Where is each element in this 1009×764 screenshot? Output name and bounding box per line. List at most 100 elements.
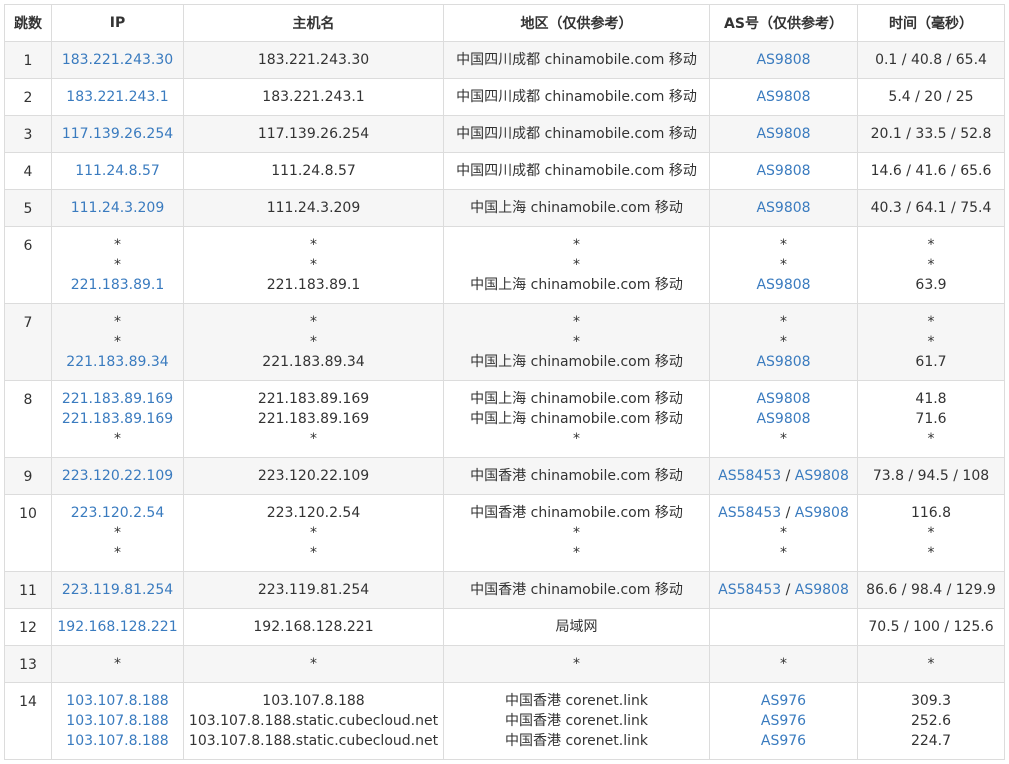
- as-link[interactable]: AS9808: [756, 391, 810, 407]
- time-text: 5.4 / 20 / 25: [888, 89, 974, 105]
- ip-link[interactable]: 103.107.8.188: [54, 731, 181, 751]
- ip-cell: 223.119.81.254: [51, 571, 184, 609]
- as-link[interactable]: AS9808: [795, 468, 849, 484]
- no-response-marker: *: [927, 237, 935, 253]
- as-line: AS9808: [712, 50, 855, 70]
- ip-link[interactable]: 223.119.81.254: [54, 580, 181, 600]
- table-row: 3 117.139.26.254 117.139.26.254 中国四川成都 chin…: [4, 115, 1005, 153]
- hostname-cell: 223.119.81.254: [183, 571, 444, 609]
- ip-link[interactable]: 221.183.89.169: [54, 409, 181, 429]
- as-link[interactable]: AS976: [761, 713, 806, 729]
- region-cell: 中国四川成都 chinamobile.com 移动: [443, 115, 710, 153]
- ip-link[interactable]: 183.221.243.30: [54, 50, 181, 70]
- as-link[interactable]: AS9808: [795, 505, 849, 521]
- ip-link[interactable]: 223.120.2.54: [54, 503, 181, 523]
- time-text: 70.5 / 100 / 125.6: [868, 619, 994, 635]
- no-response-marker: *: [573, 545, 580, 561]
- as-link[interactable]: AS9808: [795, 582, 849, 598]
- no-response-marker: *: [310, 257, 317, 273]
- hostname-text: 111.24.8.57: [271, 163, 356, 179]
- time-text: 63.9: [915, 277, 947, 293]
- table-header-row: 跳数 IP 主机名 地区（仅供参考） AS号（仅供参考） 时间（毫秒）: [4, 4, 1005, 42]
- hostname-cell: 111.24.8.57: [183, 152, 444, 190]
- no-response-marker: *: [573, 431, 580, 447]
- as-line: [712, 617, 855, 637]
- ip-cell: * * 221.183.89.1: [51, 226, 184, 304]
- as-link[interactable]: AS9808: [756, 52, 810, 68]
- region-cell: 中国四川成都 chinamobile.com 移动: [443, 41, 710, 79]
- ip-link[interactable]: 192.168.128.221: [54, 617, 181, 637]
- table-row: 5 111.24.3.209 111.24.3.209 中国上海 chinamobil…: [4, 189, 1005, 227]
- as-cell: AS9808: [709, 41, 858, 79]
- time-cell: * * 61.7: [857, 303, 1005, 381]
- time-text: 309.3: [910, 693, 952, 709]
- as-line: *: [712, 523, 855, 543]
- no-response-marker: *: [310, 656, 317, 672]
- as-link[interactable]: AS9808: [756, 354, 810, 370]
- hostname-cell: *: [183, 645, 444, 683]
- table-row: 13 * * * * *: [4, 645, 1005, 683]
- ip-link[interactable]: 221.183.89.1: [54, 275, 181, 295]
- ip-cell: 192.168.128.221: [51, 608, 184, 646]
- ip-link[interactable]: 221.183.89.169: [54, 389, 181, 409]
- hostname-text: 183.221.243.30: [257, 52, 370, 68]
- as-line: AS9808: [712, 124, 855, 144]
- region-cell: * * 中国上海 chinamobile.com 移动: [443, 226, 710, 304]
- no-response-marker: *: [310, 545, 317, 561]
- header-as-number: AS号（仅供参考）: [709, 4, 858, 42]
- ip-link[interactable]: 117.139.26.254: [54, 124, 181, 144]
- as-link[interactable]: AS9808: [756, 89, 810, 105]
- region-cell: 中国香港 chinamobile.com 移动 * *: [443, 494, 710, 572]
- table-row: 10 223.120.2.54 * * 223.120.2.54 * * 中国香港 china…: [4, 494, 1005, 572]
- ip-link[interactable]: 103.107.8.188: [54, 691, 181, 711]
- as-line: *: [712, 235, 855, 255]
- ip-link[interactable]: 221.183.89.34: [54, 352, 181, 372]
- ip-link[interactable]: 103.107.8.188: [54, 711, 181, 731]
- region-cell: 中国上海 chinamobile.com 移动: [443, 189, 710, 227]
- traceroute-table: 跳数 IP 主机名 地区（仅供参考） AS号（仅供参考） 时间（毫秒） 1 183…: [4, 4, 1005, 760]
- region-cell: 中国四川成都 chinamobile.com 移动: [443, 152, 710, 190]
- as-cell: AS9808: [709, 115, 858, 153]
- as-link[interactable]: AS58453: [718, 582, 781, 598]
- no-response-marker: *: [780, 334, 787, 350]
- hostname-text: 221.183.89.169: [257, 391, 370, 407]
- hop-number-cell: 14: [4, 682, 52, 760]
- as-link[interactable]: AS9808: [756, 126, 810, 142]
- as-line: *: [712, 429, 855, 449]
- ip-link[interactable]: 223.120.22.109: [54, 466, 181, 486]
- as-link[interactable]: AS9808: [756, 163, 810, 179]
- hostname-text: 223.120.2.54: [266, 505, 361, 521]
- as-link[interactable]: AS58453: [718, 468, 781, 484]
- region-text: 中国上海 chinamobile.com 移动: [470, 200, 683, 216]
- region-text: 中国香港 corenet.link: [505, 733, 648, 749]
- as-link[interactable]: AS58453: [718, 505, 781, 521]
- as-separator: /: [781, 468, 795, 484]
- hostname-text: 223.119.81.254: [257, 582, 370, 598]
- as-line: AS9808: [712, 389, 855, 409]
- as-cell: AS58453 / AS9808: [709, 457, 858, 495]
- no-response-marker: *: [573, 257, 580, 273]
- as-link[interactable]: AS976: [761, 733, 806, 749]
- no-response-marker: *: [114, 545, 121, 561]
- as-link[interactable]: AS9808: [756, 277, 810, 293]
- as-link[interactable]: AS9808: [756, 200, 810, 216]
- time-text: 41.8: [915, 391, 947, 407]
- hop-number-cell: 5: [4, 189, 52, 227]
- hostname-cell: 223.120.22.109: [183, 457, 444, 495]
- ip-link[interactable]: 111.24.3.209: [54, 198, 181, 218]
- as-link[interactable]: AS9808: [756, 411, 810, 427]
- ip-link[interactable]: 111.24.8.57: [54, 161, 181, 181]
- ip-link[interactable]: 183.221.243.1: [54, 87, 181, 107]
- as-cell: AS976 AS976 AS976: [709, 682, 858, 760]
- no-response-marker: *: [573, 314, 580, 330]
- header-region: 地区（仅供参考）: [443, 4, 710, 42]
- as-link[interactable]: AS976: [761, 693, 806, 709]
- hostname-cell: 103.107.8.188 103.107.8.188.static.cubecl…: [183, 682, 444, 760]
- hostname-text: 103.107.8.188.static.cubecloud.net: [188, 713, 439, 729]
- header-ip: IP: [51, 4, 184, 42]
- no-response-marker: *: [310, 314, 317, 330]
- hop-number-cell: 6: [4, 226, 52, 304]
- hostname-cell: * * 221.183.89.1: [183, 226, 444, 304]
- no-response-marker: *: [927, 545, 935, 561]
- time-text: 20.1 / 33.5 / 52.8: [870, 126, 992, 142]
